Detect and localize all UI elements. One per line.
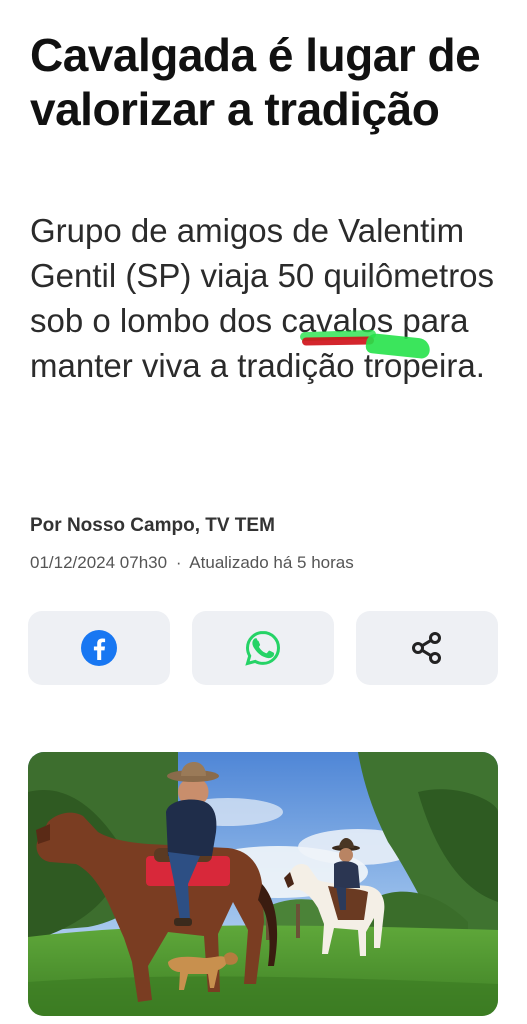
updated-time: Atualizado há 5 horas xyxy=(189,553,354,572)
article-photo[interactable] xyxy=(28,752,498,1016)
whatsapp-share-button[interactable] xyxy=(192,611,334,685)
article: Cavalgada é lugar de valorizar a tradiçã… xyxy=(0,0,527,1024)
headline: Cavalgada é lugar de valorizar a tradiçã… xyxy=(30,29,481,135)
facebook-icon xyxy=(81,630,117,666)
red-underline-mark xyxy=(301,336,375,346)
byline[interactable]: Por Nosso Campo, TV TEM xyxy=(30,515,275,537)
generic-share-button[interactable] xyxy=(356,611,498,685)
share-icon xyxy=(412,632,441,664)
date-separator: · xyxy=(175,553,182,572)
subtitle: Grupo de amigos de Valentim Gentil (SP) … xyxy=(30,212,495,384)
whatsapp-icon xyxy=(245,630,281,666)
horseback-riders-photo xyxy=(28,752,498,1016)
dateline: 01/12/2024 07h30 · Atualizado há 5 horas xyxy=(30,553,354,573)
published-date: 01/12/2024 07h30 xyxy=(30,553,168,572)
facebook-share-button[interactable] xyxy=(28,611,170,685)
share-bar xyxy=(28,611,498,685)
